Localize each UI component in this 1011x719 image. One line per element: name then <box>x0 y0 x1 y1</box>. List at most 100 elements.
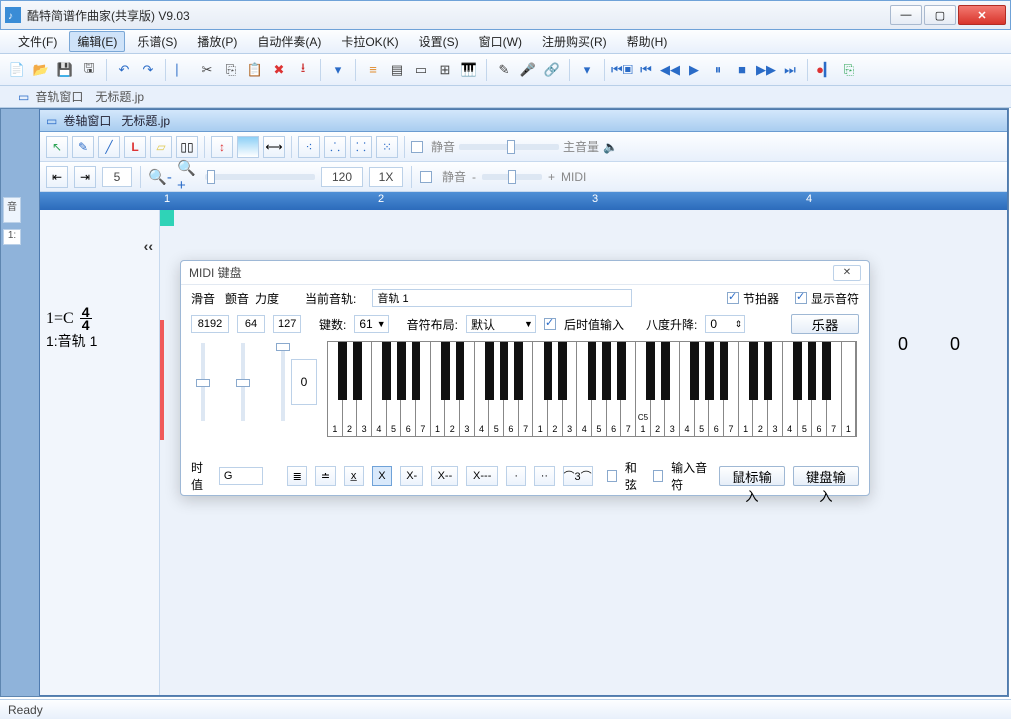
black-key[interactable] <box>720 342 729 400</box>
dots4-tool[interactable]: ⁙ <box>376 136 398 158</box>
keyboard-icon[interactable]: 🎹 <box>460 61 478 79</box>
menu-window[interactable]: 窗口(W) <box>471 31 530 52</box>
value-5[interactable]: 5 <box>102 167 132 187</box>
black-key[interactable] <box>456 342 465 400</box>
speed-value[interactable]: 1X <box>369 167 403 187</box>
dur-btn-6[interactable]: X--- <box>466 466 498 486</box>
black-key[interactable] <box>544 342 553 400</box>
dur-btn-1[interactable]: ≐ <box>315 466 335 486</box>
menu-help[interactable]: 帮助(H) <box>619 31 676 52</box>
forward-icon[interactable]: ▶▶ <box>757 61 775 79</box>
keys-combo[interactable]: 61▼ <box>354 315 388 333</box>
paste-icon[interactable]: 📋 <box>246 61 264 79</box>
black-key[interactable] <box>661 342 670 400</box>
line-tool[interactable]: ╱ <box>98 136 120 158</box>
velocity-value[interactable] <box>273 315 301 333</box>
open-icon[interactable]: 📂 <box>32 61 50 79</box>
trill-value[interactable] <box>237 315 265 333</box>
stop-start-icon[interactable]: ⏮▣ <box>613 61 631 79</box>
black-key[interactable] <box>500 342 509 400</box>
black-key[interactable] <box>808 342 817 400</box>
black-key[interactable] <box>338 342 347 400</box>
redo-icon[interactable]: ↷ <box>139 61 157 79</box>
wand-icon[interactable]: ✎ <box>495 61 513 79</box>
rewind-icon[interactable]: ◀◀ <box>661 61 679 79</box>
slide-slider[interactable] <box>191 341 215 421</box>
menu-auto-accomp[interactable]: 自动伴奏(A) <box>249 31 329 52</box>
black-key[interactable] <box>617 342 626 400</box>
slide-value[interactable] <box>191 315 229 333</box>
black-key[interactable] <box>705 342 714 400</box>
post-duration-checkbox[interactable] <box>544 318 556 330</box>
copy-icon[interactable]: ⎘ <box>222 61 240 79</box>
zoom-out-icon[interactable]: 🔍- <box>149 166 171 188</box>
stop-icon[interactable]: ■ <box>733 61 751 79</box>
show-notes-checkbox[interactable] <box>795 292 807 304</box>
time-ruler[interactable]: 1 2 3 4 <box>40 192 1007 210</box>
dur-btn-5[interactable]: X-- <box>431 466 458 486</box>
octave-spinner[interactable]: 0⇕ <box>705 315 745 333</box>
close-button[interactable] <box>958 5 1006 25</box>
black-key[interactable] <box>485 342 494 400</box>
play-icon[interactable]: ▶ <box>685 61 703 79</box>
skip-end-icon[interactable]: ⏭ <box>781 61 799 79</box>
black-key[interactable] <box>441 342 450 400</box>
black-key[interactable] <box>412 342 421 400</box>
black-key[interactable] <box>397 342 406 400</box>
collapse-right-tool[interactable]: ⇥ <box>74 166 96 188</box>
align-icon[interactable]: ≡ <box>364 61 382 79</box>
film-tool[interactable]: ▯▯ <box>176 136 198 158</box>
label-tool[interactable]: L <box>124 136 146 158</box>
menu-register[interactable]: 注册购买(R) <box>534 31 615 52</box>
black-key[interactable] <box>382 342 391 400</box>
black-key[interactable] <box>558 342 567 400</box>
black-key[interactable] <box>588 342 597 400</box>
dropdown2-icon[interactable]: ▾ <box>578 61 596 79</box>
dur-btn-0[interactable]: ≣ <box>287 466 307 486</box>
export-icon[interactable]: ⎘ <box>840 61 858 79</box>
black-key[interactable] <box>690 342 699 400</box>
menu-edit[interactable]: 编辑(E) <box>69 31 125 52</box>
input-notes-checkbox[interactable] <box>653 470 663 482</box>
dialog-titlebar[interactable]: MIDI 键盘 ✕ <box>181 261 869 285</box>
dur-btn-7[interactable]: · <box>506 466 526 486</box>
black-key[interactable] <box>514 342 523 400</box>
tab-filename[interactable]: 无标题.jp <box>95 88 144 105</box>
mouse-input-button[interactable]: 鼠标输入 <box>719 466 785 486</box>
undo-icon[interactable]: ↶ <box>115 61 133 79</box>
dots3-tool[interactable]: ⸬ <box>350 136 372 158</box>
current-track-input[interactable] <box>372 289 632 307</box>
pointer-tool[interactable]: ↖ <box>46 136 68 158</box>
dur-btn-2[interactable]: x̲ <box>344 466 364 486</box>
marker-icon[interactable]: ⎸ <box>174 61 192 79</box>
collapse-left-tool[interactable]: ⇤ <box>46 166 68 188</box>
record-icon[interactable]: ●▎ <box>816 61 834 79</box>
playhead[interactable] <box>160 210 174 226</box>
menu-settings[interactable]: 设置(S) <box>411 31 467 52</box>
dropdown-icon[interactable]: ▾ <box>329 61 347 79</box>
white-key[interactable]: 1 <box>842 342 857 436</box>
midi-slider[interactable] <box>482 174 542 180</box>
link-icon[interactable]: 🔗 <box>543 61 561 79</box>
dots2-tool[interactable]: ⸫ <box>324 136 346 158</box>
list-icon[interactable]: ▤ <box>388 61 406 79</box>
collapse-button[interactable]: ‹‹ <box>144 238 153 254</box>
menu-karaoke[interactable]: 卡拉OK(K) <box>333 31 406 52</box>
new-icon[interactable]: 📄 <box>8 61 26 79</box>
pause-icon[interactable]: ⏸ <box>709 61 727 79</box>
menu-play[interactable]: 播放(P) <box>189 31 245 52</box>
keyboard-input-button[interactable]: 键盘输入 <box>793 466 859 486</box>
duration-input[interactable] <box>219 467 263 485</box>
piano-keyboard[interactable]: 1234567123456712345671C523456712345671 <box>327 341 857 437</box>
dialog-close-button[interactable]: ✕ <box>833 265 861 281</box>
eraser-tool[interactable]: ▱ <box>150 136 172 158</box>
metronome-checkbox[interactable] <box>727 292 739 304</box>
save-icon[interactable]: 💾 <box>56 61 74 79</box>
updown-tool[interactable]: ↕ <box>211 136 233 158</box>
minimize-button[interactable]: — <box>890 5 922 25</box>
zoom-slider[interactable] <box>205 174 315 180</box>
black-key[interactable] <box>353 342 362 400</box>
layout-combo[interactable]: 默认▼ <box>466 315 536 333</box>
mute-checkbox-1[interactable] <box>411 141 423 153</box>
instrument-button[interactable]: 乐器 <box>791 314 859 334</box>
